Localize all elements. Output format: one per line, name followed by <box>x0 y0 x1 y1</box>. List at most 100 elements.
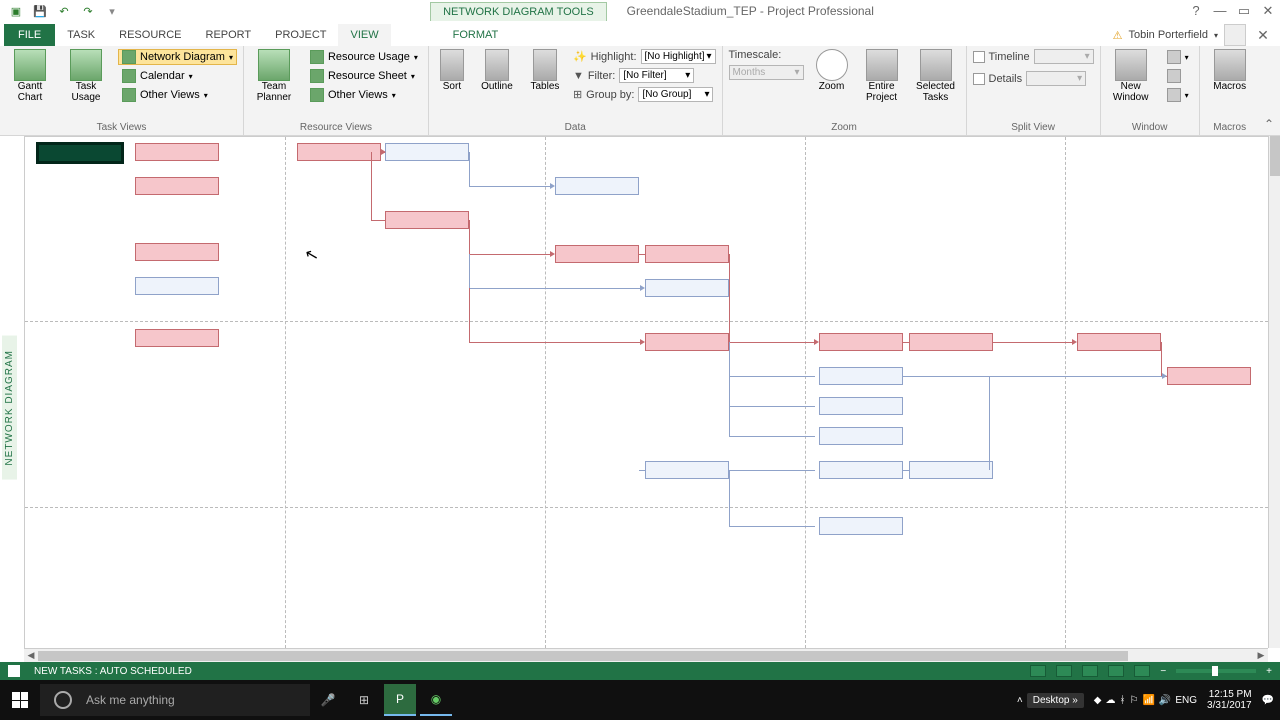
maximize-icon[interactable]: ▭ <box>1232 3 1256 19</box>
task-node[interactable] <box>645 245 729 263</box>
tray-onedrive-icon[interactable]: ☁ <box>1106 695 1116 706</box>
view-shortcut-team-planner[interactable] <box>1082 665 1098 677</box>
qat-customize-icon[interactable]: ▾ <box>104 3 120 19</box>
task-node-summary[interactable] <box>37 143 123 163</box>
task-node[interactable] <box>297 143 381 161</box>
switch-windows-button[interactable]: ▾ <box>1163 49 1193 65</box>
tray-bluetooth-icon[interactable]: ᚼ <box>1120 695 1126 706</box>
task-node[interactable] <box>385 143 469 161</box>
network-diagram-button[interactable]: Network Diagram▾ <box>118 49 237 65</box>
minimize-icon[interactable]: — <box>1208 3 1232 19</box>
zoom-out-icon[interactable]: − <box>1160 666 1166 677</box>
highlight-combo[interactable]: [No Highlight]▾ <box>641 49 716 64</box>
selected-tasks-button[interactable]: Selected Tasks <box>912 49 960 103</box>
view-shortcut-gantt[interactable] <box>1030 665 1046 677</box>
resource-other-views-button[interactable]: Other Views▾ <box>306 87 422 103</box>
hide-button[interactable]: ▾ <box>1163 87 1193 103</box>
tab-format[interactable]: FORMAT <box>441 24 511 46</box>
taskbar-app[interactable]: ◉ <box>420 684 452 716</box>
calendar-button[interactable]: Calendar▾ <box>118 68 237 84</box>
task-mode-icon[interactable] <box>8 665 20 677</box>
close-subwindow-icon[interactable]: ✕ <box>1252 27 1274 44</box>
tray-language[interactable]: ENG <box>1175 695 1197 706</box>
entire-project-button[interactable]: Entire Project <box>860 49 904 103</box>
gantt-chart-button[interactable]: Gantt Chart <box>6 49 54 103</box>
taskbar-project-app[interactable]: P <box>384 684 416 716</box>
tab-report[interactable]: REPORT <box>194 24 264 46</box>
task-usage-button[interactable]: Task Usage <box>62 49 110 103</box>
tables-button[interactable]: Tables <box>525 49 565 92</box>
user-account[interactable]: ⚠ Tobin Porterfield ▾ ✕ <box>1113 24 1280 46</box>
new-window-button[interactable]: New Window <box>1107 49 1155 103</box>
desktop-toolbar[interactable]: Desktop » <box>1027 693 1084 708</box>
macros-button[interactable]: Macros <box>1206 49 1254 92</box>
zoom-in-icon[interactable]: + <box>1266 666 1272 677</box>
timeline-checkbox[interactable] <box>973 51 985 63</box>
task-node[interactable] <box>135 143 219 161</box>
tray-icon[interactable]: ◆ <box>1094 695 1102 706</box>
task-node[interactable] <box>909 461 993 479</box>
team-planner-button[interactable]: Team Planner <box>250 49 298 103</box>
view-sidebar-label[interactable]: NETWORK DIAGRAM <box>2 336 17 480</box>
resource-usage-button[interactable]: Resource Usage▾ <box>306 49 422 65</box>
task-node[interactable] <box>819 427 903 445</box>
tab-resource[interactable]: RESOURCE <box>107 24 193 46</box>
task-node[interactable] <box>645 461 729 479</box>
view-shortcut-task-usage[interactable] <box>1056 665 1072 677</box>
task-node[interactable] <box>909 333 993 351</box>
task-node[interactable] <box>819 397 903 415</box>
new-tasks-label[interactable]: NEW TASKS : AUTO SCHEDULED <box>34 666 192 677</box>
help-icon[interactable]: ? <box>1184 3 1208 19</box>
tab-project[interactable]: PROJECT <box>263 24 338 46</box>
task-other-views-button[interactable]: Other Views▾ <box>118 87 237 103</box>
task-node[interactable] <box>135 277 219 295</box>
filter-combo[interactable]: [No Filter]▾ <box>619 68 694 83</box>
tab-file[interactable]: FILE <box>4 24 55 46</box>
sort-button[interactable]: Sort <box>435 49 469 92</box>
tray-clock[interactable]: 12:15 PM 3/31/2017 <box>1201 689 1258 711</box>
tab-task[interactable]: TASK <box>55 24 107 46</box>
scroll-left-icon[interactable]: ◀ <box>24 650 38 661</box>
view-shortcut-resource[interactable] <box>1108 665 1124 677</box>
task-view-icon[interactable]: ⊞ <box>348 684 380 716</box>
task-node[interactable] <box>819 333 903 351</box>
redo-icon[interactable]: ↷ <box>80 3 96 19</box>
zoom-thumb[interactable] <box>1212 666 1218 676</box>
task-node[interactable] <box>555 177 639 195</box>
mic-icon[interactable]: 🎤 <box>312 684 344 716</box>
task-node[interactable] <box>645 279 729 297</box>
task-node[interactable] <box>645 333 729 351</box>
close-icon[interactable]: ✕ <box>1256 3 1280 19</box>
vertical-scrollbar[interactable] <box>1268 136 1280 648</box>
scrollbar-thumb[interactable] <box>38 651 1128 661</box>
task-node[interactable] <box>135 329 219 347</box>
group-combo[interactable]: [No Group]▾ <box>638 87 713 102</box>
zoom-button[interactable]: Zoom <box>812 49 852 92</box>
task-node[interactable] <box>555 245 639 263</box>
task-node[interactable] <box>135 177 219 195</box>
task-node[interactable] <box>135 243 219 261</box>
cortana-search[interactable]: Ask me anything <box>40 684 310 716</box>
save-icon[interactable]: 💾 <box>32 3 48 19</box>
view-shortcut-report[interactable] <box>1134 665 1150 677</box>
outline-button[interactable]: Outline <box>477 49 517 92</box>
tab-view[interactable]: VIEW <box>338 24 390 46</box>
scrollbar-thumb[interactable] <box>1270 136 1280 176</box>
tray-notification-icon[interactable]: 💬 <box>1262 695 1274 706</box>
network-diagram-canvas[interactable] <box>24 136 1268 648</box>
details-checkbox[interactable] <box>973 73 985 85</box>
start-button[interactable] <box>0 680 40 720</box>
task-node[interactable] <box>819 367 903 385</box>
collapse-ribbon-icon[interactable]: ⌃ <box>1264 117 1274 131</box>
resource-sheet-button[interactable]: Resource Sheet▾ <box>306 68 422 84</box>
task-node[interactable] <box>1167 367 1251 385</box>
task-node[interactable] <box>1077 333 1161 351</box>
tray-chevron-up-icon[interactable]: ˄ <box>1017 695 1023 706</box>
scroll-right-icon[interactable]: ▶ <box>1254 650 1268 661</box>
tray-volume-icon[interactable]: 🔊 <box>1159 695 1171 706</box>
task-node[interactable] <box>819 517 903 535</box>
undo-icon[interactable]: ↶ <box>56 3 72 19</box>
task-node[interactable] <box>385 211 469 229</box>
task-node[interactable] <box>819 461 903 479</box>
horizontal-scrollbar[interactable]: ◀ ▶ <box>24 648 1268 662</box>
